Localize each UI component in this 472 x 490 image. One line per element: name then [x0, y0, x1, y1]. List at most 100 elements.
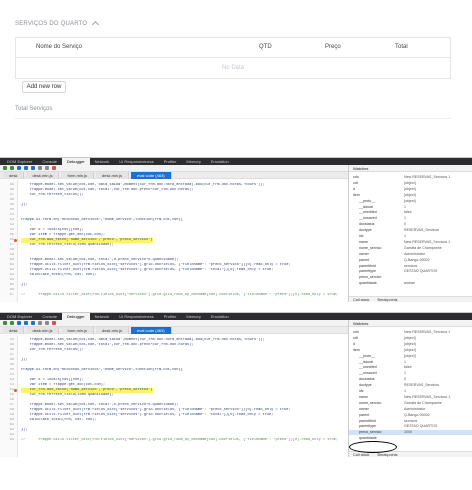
step-out-icon[interactable]: [31, 166, 35, 170]
format-icon[interactable]: [45, 321, 49, 325]
watch-row[interactable]: item [object]: [349, 348, 472, 353]
devtools-tab[interactable]: Network: [90, 313, 115, 320]
break-icon[interactable]: [10, 321, 14, 325]
devtools-tab[interactable]: Memory: [181, 158, 205, 165]
continue-icon[interactable]: [3, 166, 7, 170]
devtools-tab[interactable]: Profiler: [159, 158, 182, 165]
watch-name: owner: [359, 406, 369, 411]
file-tab[interactable]: eval code (463): [131, 326, 172, 334]
devtools-tab[interactable]: Profiler: [159, 313, 182, 320]
file-tab[interactable]: form.min.js: [61, 171, 95, 179]
continue-icon[interactable]: [3, 321, 7, 325]
devtools-tab[interactable]: Network: [90, 158, 115, 165]
watch-row[interactable]: cdn New RESERVAS_Servicos 1: [349, 330, 472, 335]
watch-name: preco_servico: [359, 430, 382, 435]
step-out-icon[interactable]: [31, 321, 35, 325]
code-line[interactable]: 64 // frappe.utils.filter_dict(frm.fields…: [0, 438, 348, 443]
footer-tab[interactable]: Breakpoints: [377, 453, 397, 457]
watch-row[interactable]: __unedited false: [349, 210, 472, 215]
watch-row[interactable]: doctype RESERVAS_Servicos: [349, 383, 472, 388]
footer-tab[interactable]: Call stack: [353, 298, 369, 302]
breakpoint-icon[interactable]: [14, 389, 17, 392]
watch-row[interactable]: cdn New RESERVAS_Servicos 1: [349, 175, 472, 180]
format-icon[interactable]: [45, 166, 49, 170]
watch-value: New RESERVAS_Servicos 1: [404, 175, 451, 179]
devtools-tab[interactable]: UI Responsiveness: [114, 313, 158, 320]
watch-row[interactable]: __islocal 1: [349, 205, 472, 210]
file-tab[interactable]: desk.min.js: [26, 326, 60, 334]
devtools-tab[interactable]: Emulation: [206, 158, 234, 165]
chevron-up-icon[interactable]: [92, 20, 100, 29]
devtools-tab[interactable]: Console: [37, 158, 62, 165]
watch-row[interactable]: preco_servico: [349, 275, 472, 280]
code-line[interactable]: 67 // frappe.utils.filter_dict(frm.fields…: [0, 293, 348, 298]
devtools-tab[interactable]: Debugger: [62, 313, 90, 320]
watch-row[interactable]: cdt [object]: [349, 336, 472, 341]
breakpoint-toggle-icon[interactable]: [52, 321, 56, 325]
devtools-tab[interactable]: Memory: [181, 313, 205, 320]
devtools-tab[interactable]: DOM Explorer: [2, 313, 37, 320]
watch-row[interactable]: docstatus 0: [349, 222, 472, 227]
watch-row[interactable]: item [object]: [349, 193, 472, 198]
devtools-tab[interactable]: Console: [37, 313, 62, 320]
add-new-row-button[interactable]: Add new row: [22, 81, 66, 93]
code-editor[interactable]: 45 frappe.model.set_value(cdt,cdn,'data_…: [0, 180, 348, 302]
devtools-tab[interactable]: UI Responsiveness: [114, 158, 158, 165]
watch-row[interactable]: name New RESERVAS_Servicos 1: [349, 395, 472, 400]
watch-row[interactable]: owner Administrator: [349, 407, 472, 412]
watch-row[interactable]: owner Administrator: [349, 252, 472, 257]
watch-row[interactable]: parenttype GESTAO QUARTOS: [349, 424, 472, 429]
code-editor[interactable]: 44 frappe.model.set_value(cdt,cdn,'data_…: [0, 335, 348, 457]
section-header[interactable]: SERVIÇOS DO QUARTO: [15, 20, 100, 29]
watch-row[interactable]: parentfield servicos: [349, 264, 472, 269]
file-tab[interactable]: desk.min.js: [96, 171, 130, 179]
exception-icon[interactable]: [38, 321, 42, 325]
file-tab[interactable]: form.min.js: [61, 326, 95, 334]
watch-name: parenttype: [359, 424, 376, 429]
watch-row[interactable]: __proto__ [object]: [349, 354, 472, 359]
file-tab[interactable]: desk.min.js: [26, 171, 60, 179]
watch-value: [object]: [404, 335, 416, 340]
breakpoint-icon[interactable]: [14, 239, 17, 242]
step-into-icon[interactable]: [17, 166, 21, 170]
exception-icon[interactable]: [38, 166, 42, 170]
file-tab[interactable]: eval code (463): [131, 171, 172, 179]
watch-row[interactable]: name New RESERVAS_Servicos 1: [349, 240, 472, 245]
watch-row[interactable]: __islocal 1: [349, 360, 472, 365]
watch-row[interactable]: preco_servico 1000: [349, 430, 472, 436]
watch-row[interactable]: parent Q-Bango-00002: [349, 258, 472, 263]
footer-tab[interactable]: Breakpoints: [377, 298, 397, 302]
watch-row[interactable]: idx 1: [349, 389, 472, 394]
watch-row[interactable]: parentfield servicos: [349, 419, 472, 424]
watch-row[interactable]: d [object]: [349, 187, 472, 192]
watch-row[interactable]: quantidade ambas: [349, 281, 472, 286]
watch-row[interactable]: doctype RESERVAS_Servicos: [349, 228, 472, 233]
watch-row[interactable]: __proto__ [object]: [349, 199, 472, 204]
devtools-tab[interactable]: Emulation: [206, 313, 234, 320]
watch-name: owner: [359, 251, 369, 256]
devtools-tab[interactable]: DOM Explorer: [2, 158, 37, 165]
watch-row[interactable]: parenttype GESTAO QUARTOS: [349, 269, 472, 274]
file-tab[interactable]: desk: [3, 326, 25, 334]
watch-row[interactable]: parent Q-Bango-00002: [349, 413, 472, 418]
file-tab[interactable]: desk.min.js: [96, 326, 130, 334]
watch-value: Q-Bango-00002: [404, 412, 430, 417]
watch-row[interactable]: __unsaved 1: [349, 216, 472, 221]
watch-row[interactable]: __unsaved 1: [349, 371, 472, 376]
watch-row[interactable]: nome_servico Garrafa de Champanhe: [349, 401, 472, 406]
footer-tab[interactable]: Call stack: [353, 453, 369, 457]
break-icon[interactable]: [10, 166, 14, 170]
breakpoint-toggle-icon[interactable]: [52, 166, 56, 170]
watch-row[interactable]: d [object]: [349, 342, 472, 347]
watch-row[interactable]: __unedited false: [349, 365, 472, 370]
step-over-icon[interactable]: [24, 321, 28, 325]
file-tab[interactable]: desk: [3, 171, 25, 179]
devtools-tab[interactable]: Debugger: [62, 158, 90, 165]
watch-row[interactable]: idx 1: [349, 234, 472, 239]
step-over-icon[interactable]: [24, 166, 28, 170]
watch-row[interactable]: nome_servico Garrafa de Champanhe: [349, 246, 472, 251]
watch-row[interactable]: cdt [object]: [349, 181, 472, 186]
step-into-icon[interactable]: [17, 321, 21, 325]
watch-row[interactable]: docstatus 0: [349, 377, 472, 382]
watch-value: Garrafa de Champanhe: [404, 400, 442, 405]
